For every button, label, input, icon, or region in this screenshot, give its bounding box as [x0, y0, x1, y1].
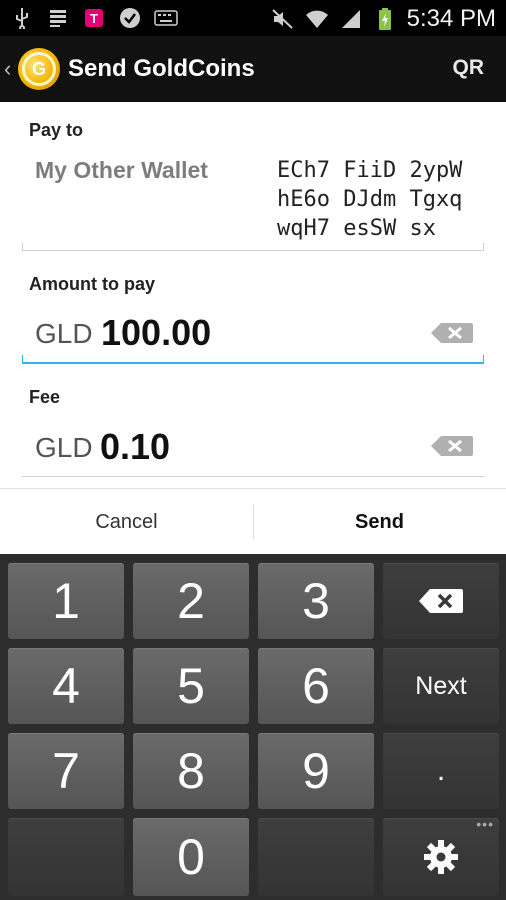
key-label: 3	[302, 573, 330, 629]
usb-icon	[10, 6, 34, 30]
status-icons-left: T	[10, 6, 178, 30]
underline-tick	[22, 243, 23, 251]
key-6[interactable]: 6	[258, 648, 374, 724]
pay-to-underline	[22, 250, 484, 251]
key-label: 4	[52, 658, 80, 714]
page-title: Send GoldCoins	[68, 55, 255, 82]
action-bar: ‹ G Send GoldCoins QR	[0, 36, 506, 102]
amount-underline	[22, 362, 484, 364]
tmobile-icon: T	[82, 6, 106, 30]
keypad-backspace-key[interactable]	[383, 563, 499, 639]
key-4[interactable]: 4	[8, 648, 124, 724]
key-5[interactable]: 5	[133, 648, 249, 724]
send-button[interactable]: Send	[253, 489, 506, 555]
gear-icon	[424, 840, 458, 874]
key-7[interactable]: 7	[8, 733, 124, 809]
status-time: 5:34 PM	[406, 5, 496, 32]
battery-charging-icon	[373, 7, 397, 31]
key-label: 2	[177, 573, 205, 629]
key-label: 5	[177, 658, 205, 714]
key-1[interactable]: 1	[8, 563, 124, 639]
backspace-icon	[419, 589, 463, 613]
address-line: wqH7 esSW sx	[277, 216, 436, 241]
key-dot[interactable]: .	[383, 733, 499, 809]
key-label: 9	[302, 743, 330, 799]
logo-letter: G	[22, 52, 56, 86]
amount-currency: GLD	[35, 318, 93, 349]
action-buttons: Cancel Send	[0, 488, 506, 555]
keyboard-icon	[154, 6, 178, 30]
numeric-keypad: 1 2 3 4 5 6 Next 7 8 9 . 0 •••	[0, 554, 506, 900]
underline-tick	[483, 243, 484, 251]
key-8[interactable]: 8	[133, 733, 249, 809]
address-line: hE6o DJdm Tgxq	[277, 187, 463, 212]
key-2[interactable]: 2	[133, 563, 249, 639]
amount-label: Amount to pay	[29, 274, 155, 294]
cancel-button[interactable]: Cancel	[0, 489, 253, 555]
key-3[interactable]: 3	[258, 563, 374, 639]
amount-value: 100.00	[101, 312, 212, 353]
goldcoin-logo-icon[interactable]: G	[18, 48, 60, 90]
underline-tick	[22, 355, 23, 363]
key-label: 8	[177, 743, 205, 799]
notification-icon	[46, 6, 70, 30]
wifi-icon	[305, 7, 329, 31]
clear-amount-icon[interactable]	[431, 323, 473, 343]
signal-icon	[339, 7, 363, 31]
key-label: .	[436, 754, 446, 787]
key-0[interactable]: 0	[133, 818, 249, 896]
pay-to-address: ECh7 FiiD 2ypW hE6o DJdm Tgxq wqH7 esSW …	[277, 156, 477, 243]
key-label: 6	[302, 658, 330, 714]
pay-to-label: Pay to	[29, 120, 84, 140]
fee-value: 0.10	[100, 426, 171, 467]
qr-button[interactable]: QR	[453, 56, 485, 80]
check-icon	[118, 6, 142, 30]
key-9[interactable]: 9	[258, 733, 374, 809]
mute-icon	[271, 7, 295, 31]
overflow-dots: •••	[476, 816, 494, 832]
fee-label: Fee	[29, 387, 61, 407]
clear-fee-icon[interactable]	[431, 436, 473, 456]
pay-to-name: My Other Wallet	[35, 157, 208, 183]
back-chevron-icon[interactable]: ‹	[4, 56, 11, 82]
status-bar: T 5:34 PM	[0, 0, 506, 36]
key-blank	[258, 818, 374, 896]
key-label: 7	[52, 743, 80, 799]
address-line: ECh7 FiiD 2ypW	[277, 158, 463, 183]
key-label: 0	[177, 829, 205, 885]
send-form: Pay to My Other Wallet ECh7 FiiD 2ypW hE…	[0, 102, 506, 488]
next-key[interactable]: Next	[383, 648, 499, 724]
status-icons-right: 5:34 PM	[271, 5, 496, 33]
fee-currency: GLD	[35, 432, 93, 463]
fee-underline	[22, 476, 484, 477]
underline-tick	[483, 355, 484, 363]
key-label: 1	[52, 573, 80, 629]
key-label: Next	[415, 671, 467, 700]
key-blank	[8, 818, 124, 896]
svg-text:T: T	[90, 11, 98, 26]
